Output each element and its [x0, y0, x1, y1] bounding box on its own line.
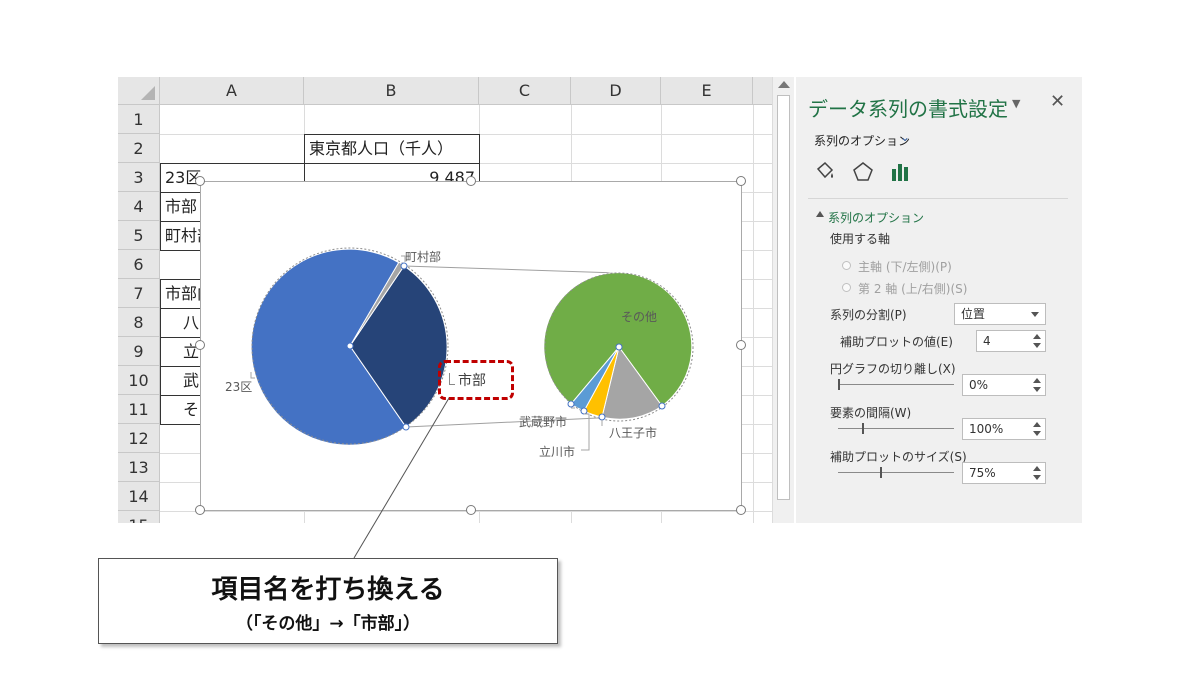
callout-main-text: 項目名を打ち換える: [211, 575, 445, 605]
callout-box: 項目名を打ち換える （「その他」→「市部」）: [98, 558, 558, 644]
callout-sub-text: （「その他」→「市部」）: [235, 614, 421, 634]
